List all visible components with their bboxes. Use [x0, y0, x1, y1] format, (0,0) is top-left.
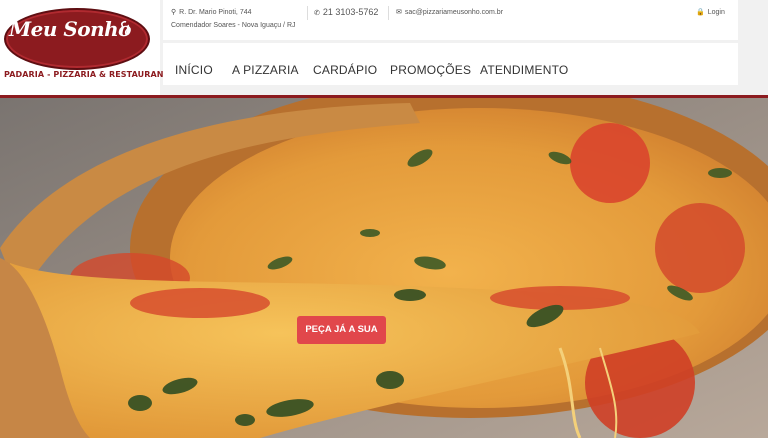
nav-item-atendimento[interactable]: ATENDIMENTO [480, 63, 568, 77]
main-nav: INÍCIO A PIZZARIA CARDÁPIO PROMOÇÕES ATE… [163, 43, 738, 85]
logo[interactable]: Meu Sonho PADARIA - PIZZARIA & RESTAURAN… [0, 0, 175, 95]
contact-divider [388, 6, 389, 20]
nav-item-inicio[interactable]: INÍCIO [175, 63, 213, 77]
address: ⚲ R. Dr. Mario Pinoti, 744 Comendador Soa… [171, 6, 296, 32]
login-link[interactable]: 🔒 Login [696, 6, 725, 19]
nav-item-a-pizzaria[interactable]: A PIZZARIA [232, 63, 299, 77]
hero-banner: PEÇA JÁ A SUA [0, 98, 768, 438]
nav-item-cardapio[interactable]: CARDÁPIO [313, 63, 377, 77]
login-label: Login [707, 9, 725, 16]
envelope-icon: ✉ [396, 9, 402, 16]
pizza-photo [0, 98, 768, 438]
email-address: sac@pizzariameusonho.com.br [404, 9, 504, 16]
contact-divider [307, 6, 308, 20]
phone-icon: ✆ [314, 10, 320, 17]
address-line2: Comendador Soares - Nova Iguaçu / RJ [171, 22, 296, 29]
steam-swirl-icon [118, 20, 130, 35]
phone[interactable]: ✆ 21 3103-5762 [314, 6, 378, 20]
contact-bar: ⚲ R. Dr. Mario Pinoti, 744 Comendador Soa… [163, 0, 738, 40]
phone-number: 21 3103-5762 [322, 7, 379, 17]
site-header: Meu Sonho PADARIA - PIZZARIA & RESTAURAN… [0, 0, 768, 95]
email[interactable]: ✉ sac@pizzariameusonho.com.br [396, 6, 503, 19]
address-line1: R. Dr. Mario Pinoti, 744 [179, 9, 252, 16]
nav-item-promocoes[interactable]: PROMOÇÕES [390, 63, 471, 77]
lock-icon: 🔒 [696, 9, 705, 16]
map-marker-icon: ⚲ [171, 9, 177, 16]
logo-tagline: PADARIA - PIZZARIA & RESTAURANTE [4, 70, 175, 79]
order-now-button[interactable]: PEÇA JÁ A SUA [297, 316, 386, 344]
